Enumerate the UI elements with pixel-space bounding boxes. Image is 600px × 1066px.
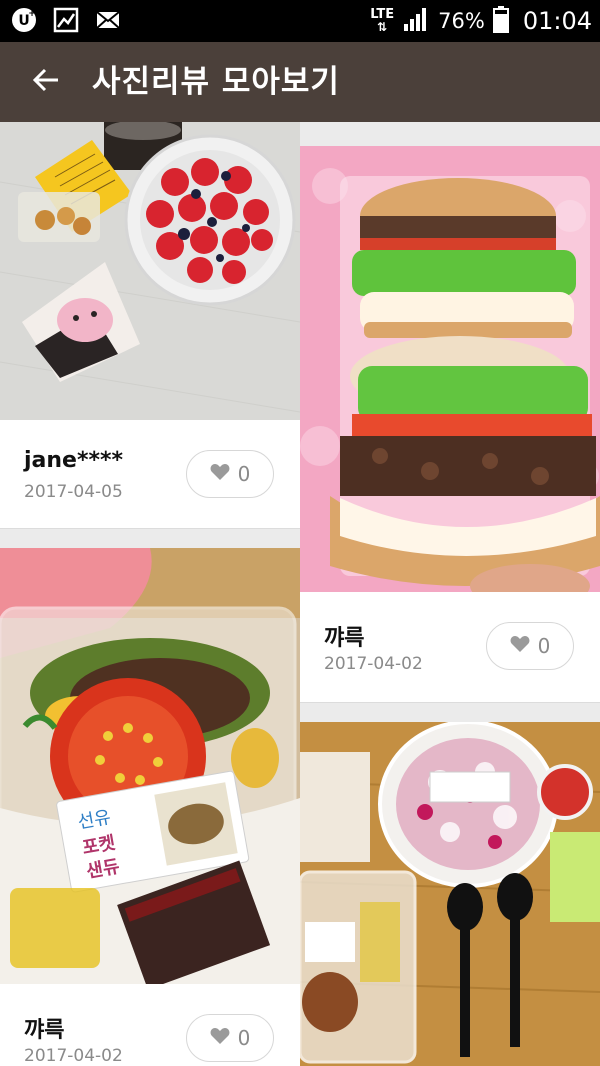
lte-indicator: LTE ⇅ — [370, 8, 394, 34]
review-info: 꺄륵 2017-04-02 0 — [0, 984, 300, 1066]
like-count: 0 — [537, 634, 551, 658]
review-info: jane**** 2017-04-05 0 — [0, 420, 300, 528]
review-card[interactable]: 꺄륵 2017-04-02 0 — [300, 122, 600, 703]
like-button[interactable]: 0 — [186, 1014, 274, 1062]
heart-icon — [210, 463, 230, 485]
review-date: 2017-04-05 — [24, 482, 123, 502]
mail-icon — [94, 6, 122, 34]
like-button[interactable]: 0 — [486, 622, 574, 670]
takeout-meal-photo[interactable] — [300, 722, 600, 1066]
gallery-icon — [52, 6, 80, 34]
page-title: 사진리뷰 모아보기 — [92, 64, 340, 100]
heart-icon — [210, 1027, 230, 1049]
review-card[interactable] — [300, 722, 600, 1066]
status-bar: U + LTE ⇅ 76% 01:04 — [0, 0, 600, 42]
signal-icon — [402, 6, 430, 36]
battery-percent: 76% — [438, 9, 485, 33]
heart-icon — [510, 635, 530, 657]
battery-icon — [492, 5, 509, 37]
strawberry-cake-photo[interactable] — [0, 122, 300, 420]
review-date: 2017-04-02 — [24, 1046, 123, 1066]
card-spacer — [300, 122, 600, 146]
review-date: 2017-04-02 — [324, 654, 423, 674]
like-count: 0 — [237, 1026, 251, 1050]
review-author: 꺄륵 — [24, 1018, 65, 1043]
review-author: jane**** — [24, 448, 123, 473]
app-bar: 사진리뷰 모아보기 — [0, 42, 600, 122]
review-card[interactable]: 선유 포켓 샌듀 꺄륵 2017-04-02 0 — [0, 548, 300, 1066]
bulgogi-burger-photo[interactable] — [300, 146, 600, 592]
pocket-sandwich-photo[interactable]: 선유 포켓 샌듀 — [0, 548, 300, 984]
back-button[interactable] — [22, 58, 70, 106]
clock: 01:04 — [522, 7, 592, 35]
review-card[interactable]: jane**** 2017-04-05 0 — [0, 122, 300, 529]
lte-arrows-icon: ⇅ — [377, 20, 388, 34]
arrow-left-icon — [31, 65, 61, 99]
like-count: 0 — [237, 462, 251, 486]
review-author: 꺄륵 — [324, 626, 365, 651]
review-info: 꺄륵 2017-04-02 0 — [300, 592, 600, 700]
like-button[interactable]: 0 — [186, 450, 274, 498]
svg-text:+: + — [28, 9, 36, 19]
u-plus-icon: U + — [10, 6, 38, 34]
review-grid: jane**** 2017-04-05 0 선유 포켓 샌듀 꺄륵 2017-0… — [0, 122, 600, 1066]
